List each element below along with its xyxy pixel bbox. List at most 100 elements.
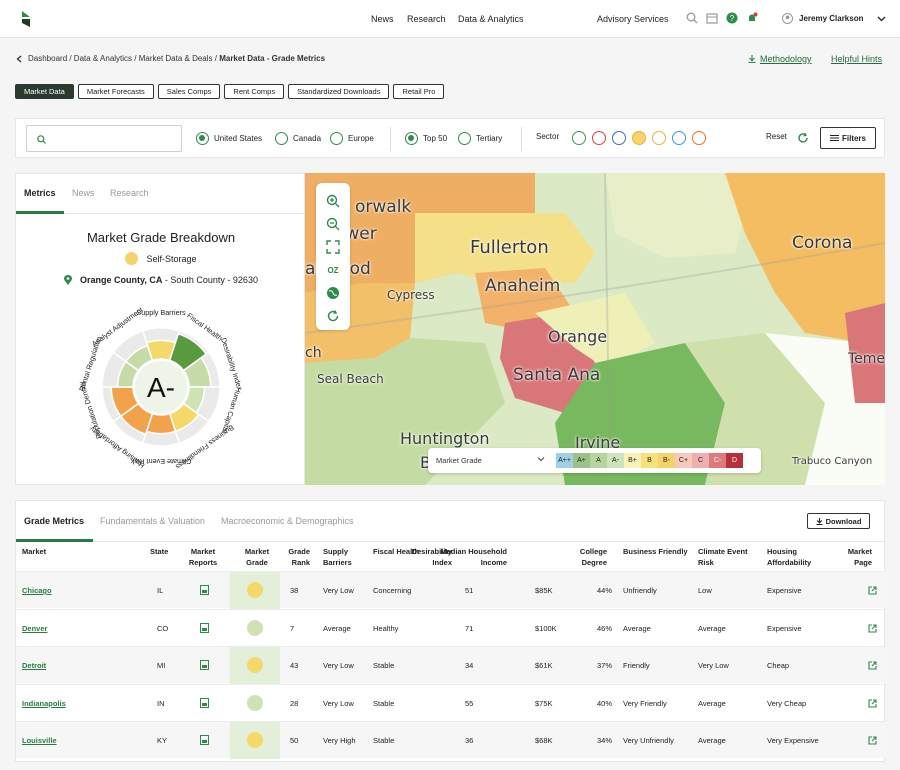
search-input[interactable] (26, 125, 182, 152)
search-icon[interactable] (686, 12, 698, 24)
legend-select[interactable]: Market Grade (436, 456, 482, 465)
column-header[interactable]: Housing Affordability (767, 546, 837, 568)
grade-swatch[interactable]: A+ (573, 453, 590, 468)
map-city-label: Santa Ana (513, 365, 601, 385)
report-icon[interactable] (200, 585, 209, 595)
market-link[interactable]: Louisville (22, 736, 57, 745)
market-link[interactable]: Chicago (22, 586, 52, 595)
company-logo[interactable] (20, 10, 32, 28)
sector-hospitality-icon[interactable] (652, 131, 666, 145)
sector-self-storage-icon[interactable] (632, 131, 646, 145)
tab-standardized-downloads[interactable]: Standardized Downloads (288, 84, 390, 99)
methodology-link[interactable]: Methodology (760, 54, 812, 64)
sector-industrial-icon[interactable] (672, 131, 686, 145)
nav-data-analytics[interactable]: Data & Analytics (458, 14, 524, 24)
tab-macroeconomic-demographics[interactable]: Macroeconomic & Demographics (221, 516, 354, 526)
sector-office-icon[interactable] (612, 131, 626, 145)
radio-tertiary[interactable]: Tertiary (458, 132, 502, 145)
sector-shopping-icon[interactable] (692, 131, 706, 145)
bell-icon[interactable] (746, 12, 758, 24)
tab-retail-pro[interactable]: Retail Pro (393, 84, 445, 99)
tab-grade-metrics[interactable]: Grade Metrics (24, 516, 84, 526)
radio-united-states[interactable]: United States (196, 132, 262, 145)
grade-swatch[interactable]: C- (709, 453, 726, 468)
report-icon[interactable] (200, 697, 209, 708)
column-header[interactable]: Market Grade (234, 546, 280, 568)
help-icon[interactable]: ? (726, 12, 738, 24)
tab-market-forecasts[interactable]: Market Forecasts (77, 84, 154, 99)
column-header[interactable]: Grade Rank (282, 546, 310, 568)
sector-residential-icon[interactable] (572, 131, 586, 145)
external-link-icon[interactable] (868, 698, 877, 708)
grade-swatch[interactable]: B+ (624, 453, 641, 468)
table-row[interactable]: Louisville KY 50 Very High Stable 36 $68K 34% Ve… (16, 721, 886, 759)
market-link[interactable]: Denver (22, 624, 47, 633)
market-link[interactable]: Detroit (22, 661, 46, 670)
helpful-hints-link[interactable]: Helpful Hints (831, 54, 882, 64)
report-icon[interactable] (200, 622, 209, 633)
market-link[interactable]: Indianapolis (22, 699, 66, 708)
column-header[interactable]: State (150, 546, 180, 557)
calendar-icon[interactable] (706, 12, 718, 24)
column-header[interactable]: Median Household Income (433, 546, 507, 568)
sector-retail-icon[interactable] (592, 131, 606, 145)
nav-news[interactable]: News (371, 14, 394, 24)
grade-swatch[interactable]: A (590, 453, 607, 468)
tab-metrics[interactable]: Metrics (24, 188, 56, 198)
column-header[interactable]: Business Friendly (623, 546, 693, 557)
grade-cell (230, 722, 280, 759)
zoom-out-icon[interactable] (326, 217, 340, 231)
external-link-icon[interactable] (868, 586, 877, 595)
column-header[interactable]: Market (22, 546, 82, 557)
tab-research[interactable]: Research (110, 188, 149, 198)
grade-swatch[interactable]: C+ (675, 453, 692, 468)
radio-canada[interactable]: Canada (275, 132, 321, 145)
zoom-in-icon[interactable] (326, 194, 340, 208)
table-row[interactable]: Indianapolis IN 28 Very Low Stable 55 $75K 40% V… (16, 683, 886, 721)
tab-rent-comps[interactable]: Rent Comps (224, 84, 285, 99)
chevron-left-icon[interactable] (16, 55, 22, 63)
grade-swatch[interactable]: B (641, 453, 658, 468)
grade-swatch[interactable]: B- (658, 453, 675, 468)
user-menu[interactable]: Jeremy Clarkson (782, 13, 886, 24)
table-row[interactable]: Denver CO 7 Average Healthy 71 $100K 46% Average… (16, 608, 886, 646)
grade-swatch[interactable]: D (726, 453, 743, 468)
table-row[interactable]: Chicago IL 38 Very Low Concerning 51 $85K 44% Un… (16, 571, 886, 609)
reset-button[interactable]: Reset (766, 132, 787, 141)
map-city-label: Cypress (387, 288, 435, 302)
tab-market-data[interactable]: Market Data (15, 84, 74, 99)
grade-swatch[interactable]: A- (607, 453, 624, 468)
report-icon[interactable] (200, 660, 209, 670)
refresh-icon[interactable] (326, 309, 340, 323)
grade-swatch[interactable]: A++ (556, 453, 573, 468)
report-icon[interactable] (200, 735, 209, 745)
tab-fundamentals-valuation[interactable]: Fundamentals & Valuation (100, 516, 205, 526)
market-map[interactable]: orwalkowerakwoodFullertonAnaheimCypressO… (305, 173, 885, 485)
column-header[interactable]: Market Page (838, 546, 872, 568)
breadcrumb-path[interactable]: Dashboard / Data & Analytics / Market Da… (28, 54, 219, 63)
nav-research[interactable]: Research (407, 14, 446, 24)
grade-swatch[interactable]: C (692, 453, 709, 468)
nav-advisory-services[interactable]: Advisory Services (597, 14, 669, 24)
column-header[interactable]: Supply Barriers (323, 546, 373, 568)
fullscreen-icon[interactable] (326, 240, 340, 254)
column-header[interactable]: College Degree (577, 546, 607, 568)
chevron-down-icon[interactable] (536, 454, 546, 464)
tab-news[interactable]: News (72, 188, 95, 198)
external-link-icon[interactable] (868, 623, 877, 633)
download-button[interactable]: Download (807, 513, 870, 529)
external-link-icon[interactable] (868, 736, 877, 745)
column-header[interactable]: Market Reports (178, 546, 228, 568)
external-link-icon[interactable] (868, 661, 877, 670)
desirability-cell: 51 (465, 586, 474, 595)
radio-europe[interactable]: Europe (330, 132, 374, 145)
column-header[interactable]: Climate Event Risk (698, 546, 758, 568)
tab-sales-comps[interactable]: Sales Comps (157, 84, 221, 99)
oz-icon[interactable]: OZ (326, 263, 340, 277)
refresh-icon[interactable] (797, 132, 809, 144)
globe-icon[interactable] (326, 286, 340, 300)
table-row[interactable]: Detroit MI 43 Very Low Stable 34 $61K 37% Friend… (16, 646, 886, 684)
svg-text:OZ: OZ (327, 266, 338, 275)
filters-button[interactable]: Filters (820, 127, 876, 149)
radio-top-50[interactable]: Top 50 (405, 132, 447, 145)
